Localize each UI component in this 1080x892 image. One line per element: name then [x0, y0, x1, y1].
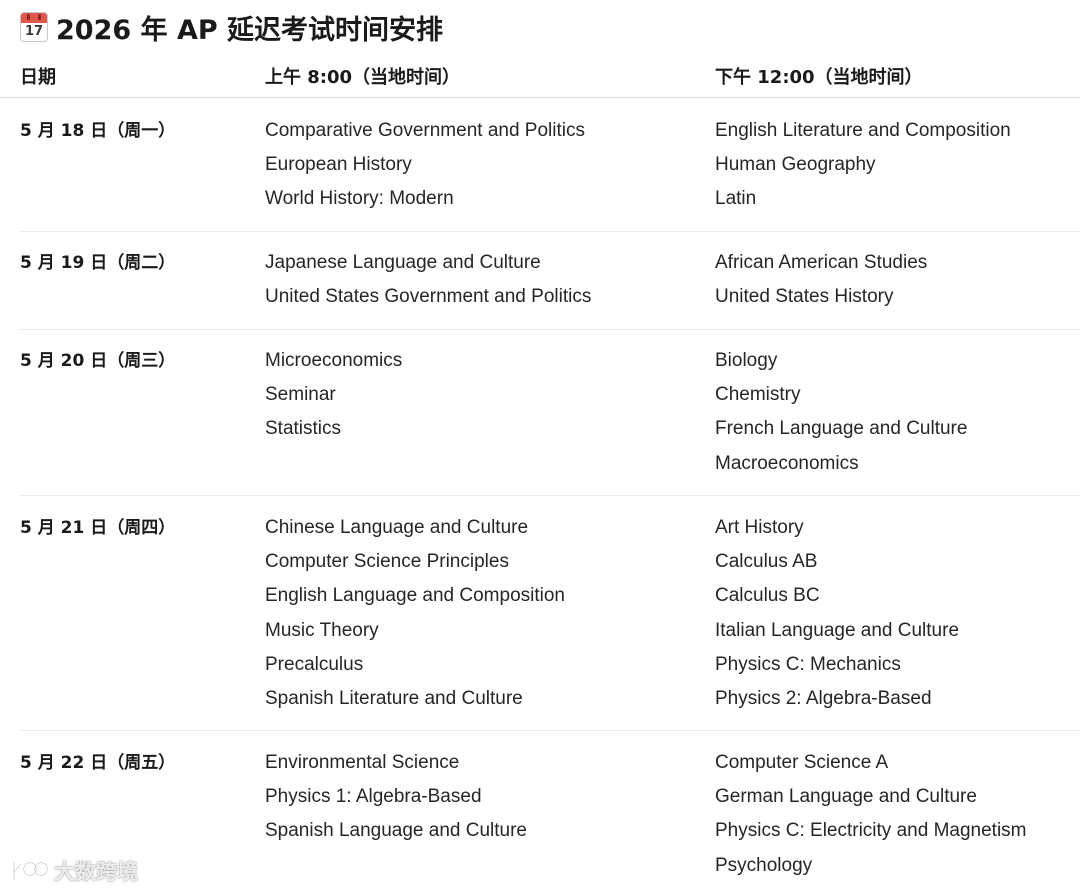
exam-item: Physics 2: Algebra-Based — [715, 688, 932, 710]
exam-item: Italian Language and Culture — [715, 619, 960, 641]
exam-item: Comparative Government and Politics — [265, 120, 585, 141]
exam-item: Calculus BC — [715, 585, 820, 607]
exam-item: Spanish Literature and Culture — [265, 688, 523, 710]
exam-item: Chinese Language and Culture — [265, 517, 529, 538]
watermark-logo-icon — [10, 858, 48, 884]
row-divider — [20, 495, 1080, 496]
row-divider — [20, 231, 1080, 232]
exam-item: Physics 1: Algebra-Based — [265, 786, 482, 808]
exam-item: Calculus AB — [715, 551, 818, 573]
exam-item: Psychology — [715, 854, 813, 876]
exam-item: Macroeconomics — [715, 452, 859, 474]
morning-exams: Japanese Language and Culture United Sta… — [265, 246, 591, 314]
exam-item: Chemistry — [715, 384, 801, 406]
exam-item: Japanese Language and Culture — [265, 252, 541, 273]
page-title-text: 2026 年 AP 延迟考试时间安排 — [56, 14, 444, 46]
watermark-text: 大数跨境 — [54, 860, 138, 884]
row-divider — [20, 730, 1080, 731]
afternoon-exams: Art History Calculus AB Calculus BC Ital… — [715, 511, 959, 716]
exam-item: African American Studies — [715, 252, 928, 273]
morning-exams: Comparative Government and Politics Euro… — [265, 114, 585, 217]
row-divider — [20, 329, 1080, 330]
exam-item: Spanish Language and Culture — [265, 820, 527, 842]
morning-exams: Chinese Language and Culture Computer Sc… — [265, 511, 565, 716]
watermark: 大数跨境 — [10, 856, 138, 886]
header-morning: 上午 8:00（当地时间） — [265, 67, 461, 88]
exam-item: French Language and Culture — [715, 418, 968, 440]
exam-item: Microeconomics — [265, 350, 403, 371]
exam-item: Biology — [715, 350, 778, 371]
exam-item: Art History — [715, 517, 804, 538]
row-date: 5 月 19 日（周二） — [20, 253, 176, 273]
exam-item: Physics C: Electricity and Magnetism — [715, 820, 1027, 842]
calendar-icon-day: 17 — [24, 24, 44, 39]
exam-item: Physics C: Mechanics — [715, 653, 901, 675]
row-date: 5 月 21 日（周四） — [20, 518, 176, 538]
exam-item: Computer Science Principles — [265, 551, 509, 573]
exam-item: German Language and Culture — [715, 786, 977, 808]
exam-item: United States Government and Politics — [265, 286, 592, 308]
exam-item: Precalculus — [265, 653, 364, 675]
exam-item: Environmental Science — [265, 752, 460, 773]
morning-exams: Microeconomics Seminar Statistics — [265, 344, 402, 447]
header-date: 日期 — [20, 67, 56, 88]
exam-item: Music Theory — [265, 619, 379, 641]
exam-item: English Language and Composition — [265, 585, 565, 607]
exam-item: European History — [265, 154, 412, 176]
afternoon-exams: African American Studies United States H… — [715, 246, 927, 314]
afternoon-exams: Computer Science A German Language and C… — [715, 746, 1027, 883]
header-afternoon: 下午 12:00（当地时间） — [715, 67, 923, 88]
exam-item: Statistics — [265, 418, 342, 440]
exam-item: World History: Modern — [265, 188, 454, 210]
row-date: 5 月 18 日（周一） — [20, 121, 176, 141]
calendar-icon: 17 — [20, 12, 48, 42]
row-date: 5 月 22 日（周五） — [20, 753, 176, 773]
page-title: 17 2026 年 AP 延迟考试时间安排 — [20, 8, 443, 46]
table-header: 日期 上午 8:00（当地时间） 下午 12:00（当地时间） — [0, 58, 1080, 98]
afternoon-exams: Biology Chemistry French Language and Cu… — [715, 344, 967, 481]
morning-exams: Environmental Science Physics 1: Algebra… — [265, 746, 527, 849]
exam-item: English Literature and Composition — [715, 120, 1011, 141]
exam-item: Latin — [715, 188, 757, 210]
exam-item: Computer Science A — [715, 752, 889, 773]
exam-item: Seminar — [265, 384, 336, 406]
row-date: 5 月 20 日（周三） — [20, 351, 176, 371]
afternoon-exams: English Literature and Composition Human… — [715, 114, 1011, 217]
exam-item: Human Geography — [715, 154, 876, 176]
exam-item: United States History — [715, 286, 894, 308]
